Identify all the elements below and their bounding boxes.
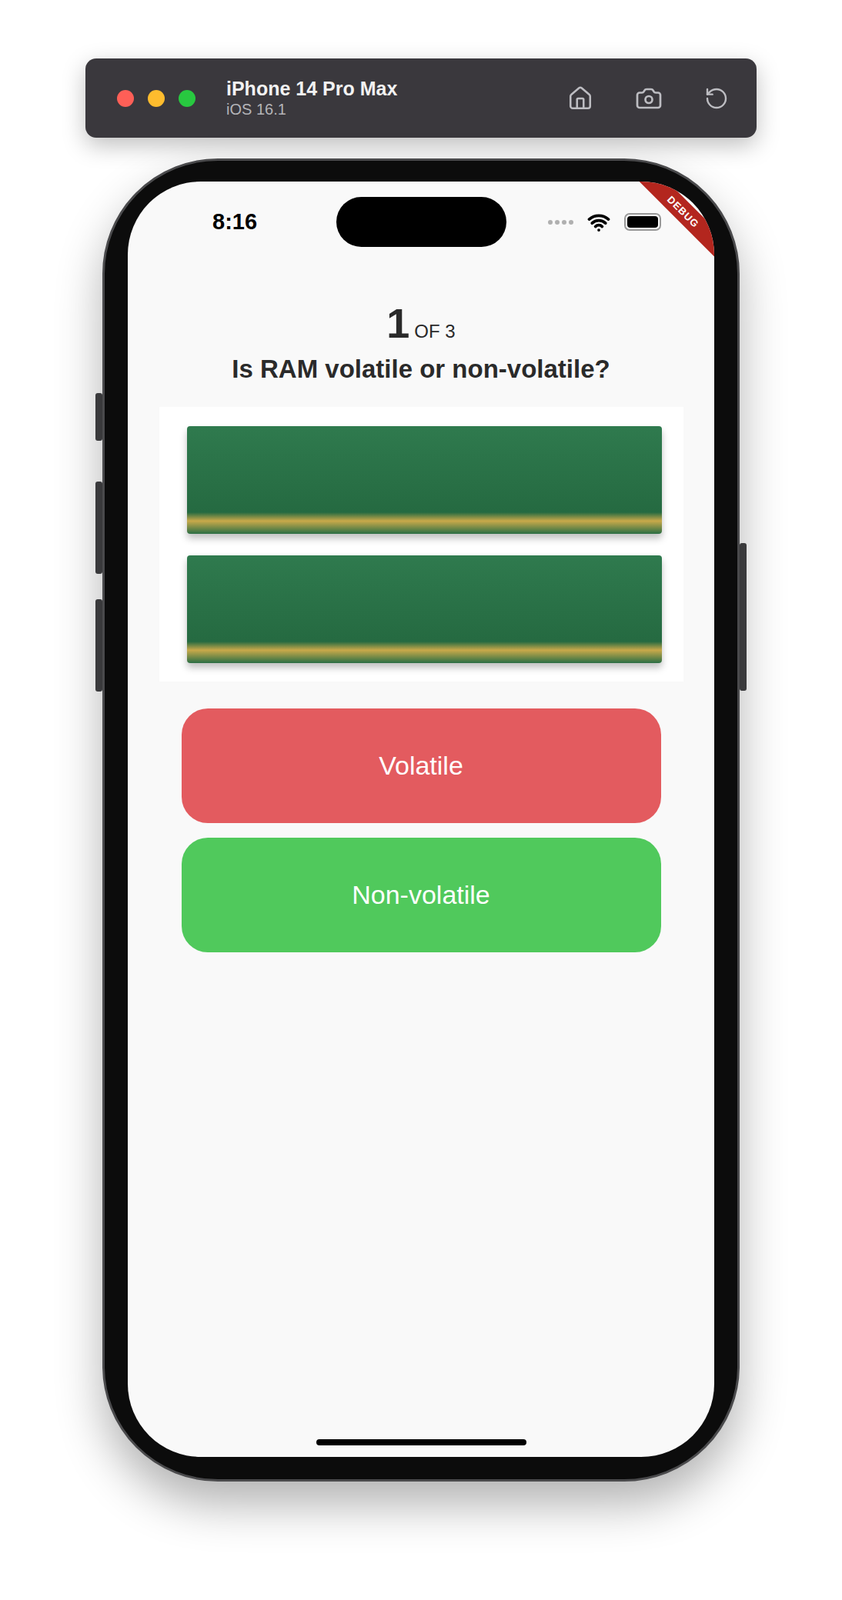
volume-down-button: [95, 599, 103, 692]
status-icons: [506, 210, 677, 234]
battery-icon: [624, 213, 662, 231]
window-controls: [116, 90, 196, 107]
dynamic-island: [336, 197, 507, 248]
answer-list: Volatile Non-volatile: [181, 708, 662, 953]
camera-icon: [634, 84, 663, 113]
toolbar-actions: [567, 84, 729, 113]
ram-photo: [159, 407, 684, 682]
phone-frame: 8:16DEBUG1OF 3Is RAM volatile or non-vol…: [102, 158, 740, 1483]
close-button[interactable]: [116, 90, 134, 107]
zoom-button[interactable]: [178, 90, 196, 107]
mute-switch: [95, 393, 103, 442]
answer-button[interactable]: Volatile: [181, 708, 662, 824]
progress-total: OF 3: [414, 320, 455, 343]
ram-module: [187, 555, 662, 664]
home-indicator: [316, 1440, 527, 1447]
question-progress: 1OF 3: [386, 299, 455, 348]
power-button: [739, 543, 747, 692]
simulator-toolbar: iPhone 14 Pro MaxiOS 16.1: [85, 58, 757, 138]
home-icon: [567, 85, 594, 112]
status-bar: 8:16: [127, 181, 715, 248]
progress-current: 1: [386, 299, 410, 348]
phone-screen: 8:16DEBUG1OF 3Is RAM volatile or non-vol…: [127, 181, 715, 1458]
minimize-button[interactable]: [147, 90, 165, 107]
window-subtitle: iOS 16.1: [226, 100, 568, 119]
volume-up-button: [95, 481, 103, 575]
screenshot-button[interactable]: [634, 84, 663, 113]
home-button[interactable]: [567, 85, 594, 112]
answer-button[interactable]: Non-volatile: [181, 838, 662, 953]
wifi-icon: [587, 210, 611, 234]
page: iPhone 14 Pro MaxiOS 16.1 8:16DEBUG1OF 3I…: [0, 0, 842, 1600]
question-text: Is RAM volatile or non-volatile?: [216, 354, 625, 385]
window-title: iPhone 14 Pro Max: [226, 77, 568, 101]
rotate-icon: [704, 86, 729, 111]
signal-icon: [547, 220, 574, 225]
title-block: iPhone 14 Pro MaxiOS 16.1: [226, 77, 568, 119]
rotate-button[interactable]: [704, 86, 729, 111]
status-time: 8:16: [166, 209, 337, 235]
ram-module: [187, 426, 662, 535]
